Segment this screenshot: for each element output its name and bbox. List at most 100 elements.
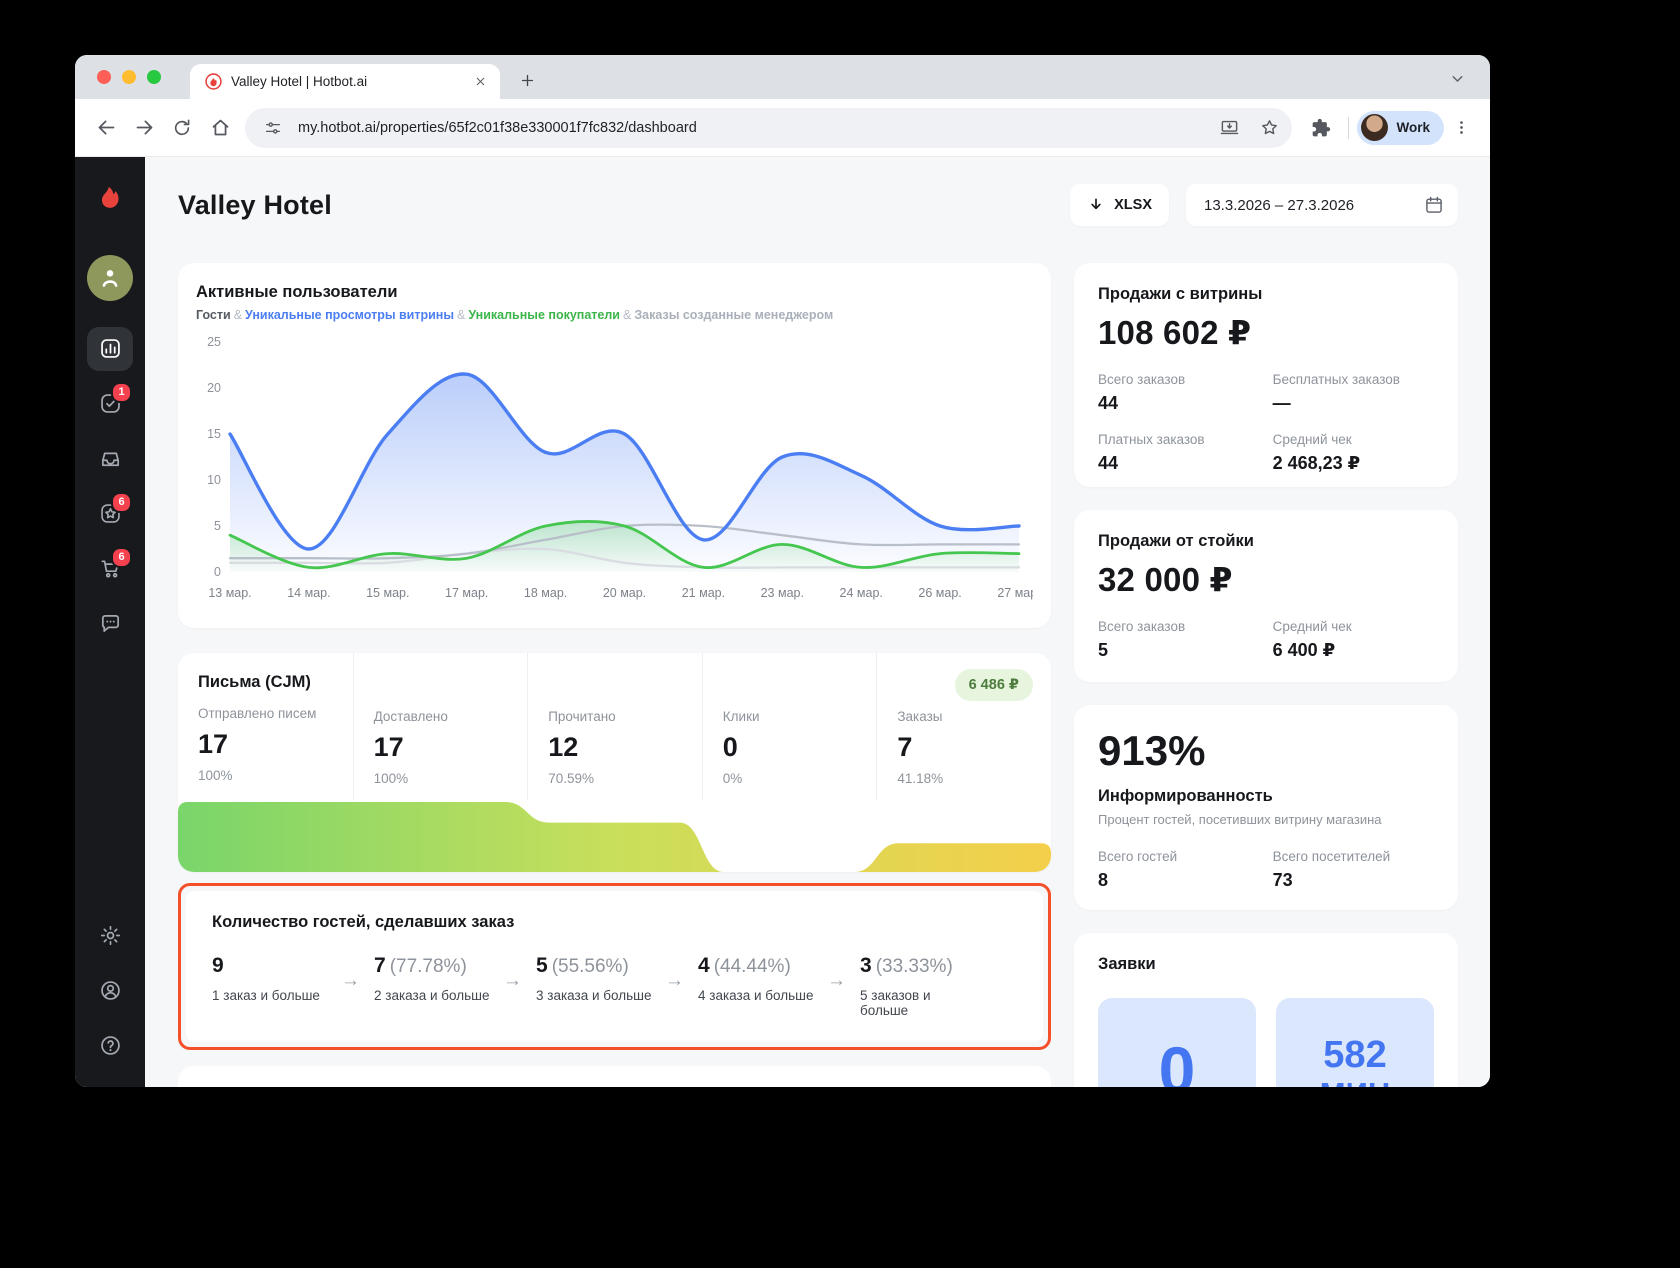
browser-toolbar: my.hotbot.ai/properties/65f2c01f38e33000… <box>75 99 1490 157</box>
legend-item-unique-buyers[interactable]: Уникальные покупатели <box>468 308 620 322</box>
legend-item-guests[interactable]: Гости <box>196 308 231 322</box>
stat: Всего гостей 8 <box>1098 849 1178 890</box>
sidebar-item-tasks[interactable]: 1 <box>87 381 133 426</box>
url-text: my.hotbot.ai/properties/65f2c01f38e33000… <box>298 119 697 136</box>
arrow-right-icon: → <box>665 970 684 991</box>
chevron-down-icon <box>1452 75 1462 82</box>
tab-strip: Valley Hotel | Hotbot.ai <box>75 55 1490 99</box>
stat: Всего заказов 5 <box>1098 619 1186 660</box>
arrow-right-icon: → <box>503 970 522 991</box>
property-avatar[interactable] <box>87 255 133 301</box>
reload-button[interactable] <box>163 109 201 147</box>
storefront-total: 108 602 ₽ <box>1098 314 1252 351</box>
funnel-step: 7 (77.78%) 2 заказа и больше <box>374 954 490 1003</box>
date-range-text: 13.3.2026 – 27.3.2026 <box>1204 196 1355 214</box>
chat-icon <box>101 614 119 632</box>
legend-item-manager-orders[interactable]: Заказы созданные менеджером <box>634 308 833 322</box>
awareness-percent: 913% <box>1098 727 1206 774</box>
requests-card: Заявки 0 582 МИН <box>1074 933 1458 1087</box>
tab-search-button[interactable] <box>1446 67 1468 89</box>
tab-close-button[interactable] <box>470 72 490 92</box>
guest-orders-highlight: Количество гостей, сделавших заказ 9 1 з… <box>178 883 1051 1050</box>
stat: Средний чек 2 468,23 ₽ <box>1272 432 1361 473</box>
svg-text:15 мар.: 15 мар. <box>366 586 409 600</box>
svg-text:26 мар.: 26 мар. <box>918 586 961 600</box>
page-title: Valley Hotel <box>178 189 332 220</box>
sidebar-item-analytics[interactable] <box>87 326 133 371</box>
close-window-button[interactable] <box>97 70 111 84</box>
sidebar-item-chat[interactable] <box>87 602 133 646</box>
profile-name: Work <box>1396 120 1430 135</box>
new-tab-button[interactable] <box>512 65 542 95</box>
active-users-chart: 0 5 10 15 20 25 13 мар. 14 мар. 15 мар. 17 мар. 18… <box>196 334 1033 606</box>
zoom-window-button[interactable] <box>147 70 161 84</box>
sidebar-item-loyalty[interactable]: 6 <box>87 491 133 536</box>
cjm-column-sent: Письма (CJM) Отправлено писем 17 100% <box>178 653 353 800</box>
sidebar-item-help[interactable] <box>87 1024 133 1068</box>
desk-total: 32 000 ₽ <box>1098 561 1233 598</box>
plus-icon <box>521 74 533 86</box>
svg-text:20 мар.: 20 мар. <box>603 586 646 600</box>
cjm-funnel-chart <box>178 800 1051 872</box>
export-xlsx-button[interactable]: XLSX <box>1070 184 1169 226</box>
stat: Платных заказов 44 <box>1098 432 1205 473</box>
svg-text:24 мар.: 24 мар. <box>840 586 883 600</box>
active-users-card: Активные пользователи Гости & Уникальные п… <box>178 263 1051 628</box>
storefront-sales-card: Продажи с витрины 108 602 ₽ Всего заказо… <box>1074 263 1458 487</box>
url-bar[interactable]: my.hotbot.ai/properties/65f2c01f38e33000… <box>245 107 1293 148</box>
home-icon <box>212 119 228 136</box>
awareness-card: 913% Информированность Процент гостей, п… <box>1074 705 1458 910</box>
calendar-icon <box>1426 196 1442 213</box>
arrow-left-icon <box>98 120 114 135</box>
svg-text:5: 5 <box>214 519 221 533</box>
browser-window: Valley Hotel | Hotbot.ai my.hotbot.ai/pr… <box>75 55 1490 1087</box>
stat: Средний чек 6 400 ₽ <box>1272 619 1352 660</box>
guest-orders-steps: 9 1 заказ и больше → 7 (77.78%) 2 заказа … <box>212 954 1017 1018</box>
install-app-button[interactable] <box>1214 113 1244 143</box>
question-icon <box>100 1036 120 1055</box>
requests-tile: 582 МИН <box>1276 998 1434 1087</box>
cjm-column-delivered: Доставлено 17 100% <box>352 653 528 800</box>
cjm-title: Письма (CJM) <box>198 673 311 691</box>
partial-card <box>178 1066 1051 1087</box>
browser-menu-button[interactable] <box>1444 111 1478 145</box>
sidebar-item-settings[interactable] <box>87 914 133 958</box>
home-button[interactable] <box>201 109 239 147</box>
svg-text:15: 15 <box>207 427 221 441</box>
back-button[interactable] <box>87 109 125 147</box>
guest-orders-card: Количество гостей, сделавших заказ 9 1 з… <box>186 891 1043 1042</box>
app-sidebar: 1 6 6 <box>75 157 145 1087</box>
tab-title: Valley Hotel | Hotbot.ai <box>231 74 368 89</box>
cjm-emails-card: Письма (CJM) Отправлено писем 17 100% До… <box>178 653 1051 872</box>
minimize-window-button[interactable] <box>122 70 136 84</box>
funnel-step: 9 1 заказ и больше <box>212 954 320 1003</box>
active-users-title: Активные пользователи <box>196 283 398 301</box>
toolbar-divider <box>1348 116 1350 139</box>
cjm-column-clicks: Клики 0 0% <box>701 653 877 800</box>
extensions-button[interactable] <box>1302 109 1340 147</box>
date-range-picker[interactable]: 13.3.2026 – 27.3.2026 <box>1186 184 1458 226</box>
arrow-right-icon: → <box>341 970 360 991</box>
legend-item-unique-views[interactable]: Уникальные просмотры витрины <box>245 308 454 322</box>
kebab-icon <box>1459 121 1463 134</box>
sidebar-item-inbox[interactable] <box>87 437 133 481</box>
tasks-badge: 1 <box>111 381 132 403</box>
browser-tab[interactable]: Valley Hotel | Hotbot.ai <box>190 64 500 99</box>
bookmark-star-button[interactable] <box>1254 113 1284 143</box>
svg-text:0: 0 <box>214 565 221 579</box>
site-settings-icon[interactable] <box>258 113 288 143</box>
cart-badge: 6 <box>111 546 132 568</box>
svg-text:13 мар.: 13 мар. <box>208 586 251 600</box>
sidebar-item-cart[interactable]: 6 <box>87 546 133 591</box>
loyalty-badge: 6 <box>111 491 132 513</box>
profile-button[interactable]: Work <box>1357 110 1444 145</box>
cjm-revenue-badge: 6 486 ₽ <box>954 669 1033 701</box>
forward-button[interactable] <box>125 109 163 147</box>
puzzle-icon <box>1313 118 1331 136</box>
hotbot-favicon <box>205 73 222 90</box>
arrow-right-icon <box>136 120 152 135</box>
sidebar-item-account[interactable] <box>87 969 133 1013</box>
requests-tile: 0 <box>1098 998 1256 1087</box>
svg-text:21 мар.: 21 мар. <box>682 586 725 600</box>
cjm-column-read: Прочитано 12 70.59% <box>527 653 702 800</box>
